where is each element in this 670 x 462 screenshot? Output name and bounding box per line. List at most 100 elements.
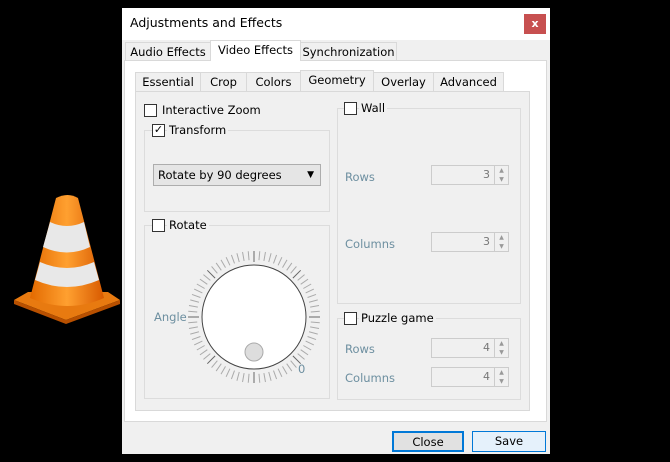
dial-tick <box>191 336 201 341</box>
angle-value: 0 <box>298 362 306 376</box>
dial-tick <box>191 293 201 298</box>
dial-tick <box>220 259 226 268</box>
tab-video-effects[interactable]: Video Effects <box>210 40 301 61</box>
title-bar: Adjustments and Effects x <box>122 8 550 40</box>
close-button[interactable]: Close <box>392 431 464 452</box>
subtab-colors[interactable]: Colors <box>246 72 301 91</box>
wall-columns-spinbox[interactable]: 3 ▲ ▼ <box>431 232 509 252</box>
puzzle-group <box>337 318 521 400</box>
tab-audio-effects[interactable]: Audio Effects <box>125 42 211 61</box>
dial-tick <box>199 278 208 285</box>
interactive-zoom-checkbox[interactable] <box>144 104 157 117</box>
dial-tick <box>305 340 315 346</box>
wall-checkbox[interactable] <box>344 102 357 115</box>
dial-tick <box>268 253 272 263</box>
spin-arrows-icon[interactable]: ▲ ▼ <box>494 339 508 357</box>
subtab-geometry[interactable]: Geometry <box>300 70 374 91</box>
dial-tick <box>277 368 283 378</box>
dial-tick <box>297 353 305 360</box>
dial-tick <box>273 254 278 264</box>
dial-tick <box>282 366 288 375</box>
spin-arrows-icon[interactable]: ▲ ▼ <box>494 166 508 184</box>
transform-checkbox[interactable]: ✓ <box>152 124 165 137</box>
transform-select-value: Rotate by 90 degrees <box>158 168 282 182</box>
dial-tick <box>277 256 283 266</box>
dial-tick <box>236 371 240 381</box>
dial-tick <box>307 336 317 341</box>
wall-group <box>337 108 521 304</box>
window-title: Adjustments and Effects <box>130 15 283 30</box>
puzzle-checkbox[interactable] <box>344 312 357 325</box>
dial-tick <box>307 293 317 298</box>
transform-select[interactable]: Rotate by 90 degrees ▼ <box>153 164 321 186</box>
dial-knob[interactable] <box>244 342 264 362</box>
dial-tick <box>282 259 288 268</box>
puzzle-columns-label: Columns <box>343 371 398 385</box>
interactive-zoom-label: Interactive Zoom <box>160 103 263 117</box>
dial-tick <box>300 349 309 356</box>
rotate-checkbox[interactable] <box>152 219 165 232</box>
dial-tick <box>188 305 198 308</box>
angle-label: Angle <box>152 310 189 324</box>
subtab-essential[interactable]: Essential <box>135 72 201 91</box>
dial-tick <box>247 251 250 261</box>
dial-tick <box>196 283 205 289</box>
dial-tick <box>263 373 266 383</box>
subtab-crop[interactable]: Crop <box>200 72 247 91</box>
dial-tick <box>268 371 272 381</box>
dial-tick <box>305 288 315 294</box>
dial-tick <box>203 353 211 360</box>
dial-tick <box>211 360 218 368</box>
dial-tick <box>292 269 302 279</box>
dial-tick <box>211 266 218 274</box>
dial-tick <box>196 345 205 351</box>
dial-tick <box>230 370 235 380</box>
subtab-overlay[interactable]: Overlay <box>373 72 434 91</box>
dial-tick <box>242 251 245 261</box>
dial-tick <box>308 299 318 303</box>
dial-tick <box>188 310 198 313</box>
puzzle-rows-spinbox[interactable]: 4 ▲ ▼ <box>431 338 509 358</box>
dial-tick <box>247 373 250 383</box>
chevron-down-icon: ▼ <box>307 170 314 180</box>
dial-tick <box>286 262 293 271</box>
dial-tick <box>263 251 266 261</box>
dial-tick <box>203 274 211 281</box>
dial-tick <box>188 321 198 324</box>
wall-label: Wall <box>359 101 388 115</box>
wall-rows-spinbox[interactable]: 3 ▲ ▼ <box>431 165 509 185</box>
subtab-advanced[interactable]: Advanced <box>433 72 504 91</box>
save-button[interactable]: Save <box>472 431 546 452</box>
tab-synchronization[interactable]: Synchronization <box>300 42 397 61</box>
dial-tick <box>300 278 309 285</box>
dial-tick <box>225 368 231 378</box>
dial-tick <box>215 262 222 271</box>
puzzle-rows-value: 4 <box>483 341 490 354</box>
dial-tick <box>258 373 261 383</box>
dial-tick <box>310 326 320 329</box>
spin-arrows-icon[interactable]: ▲ ▼ <box>494 368 508 386</box>
dial-tick <box>199 349 208 356</box>
spin-arrows-icon[interactable]: ▲ ▼ <box>494 233 508 251</box>
close-icon[interactable]: x <box>524 14 546 34</box>
puzzle-columns-spinbox[interactable]: 4 ▲ ▼ <box>431 367 509 387</box>
dial-tick <box>230 254 235 264</box>
puzzle-columns-value: 4 <box>483 370 490 383</box>
dial-tick <box>242 373 245 383</box>
adjustments-dialog: Adjustments and Effects x Audio Effects … <box>122 8 550 454</box>
dial-tick <box>310 305 320 308</box>
puzzle-rows-label: Rows <box>343 342 377 356</box>
dial-tick <box>215 363 222 372</box>
dial-tick <box>310 321 320 324</box>
wall-rows-label: Rows <box>343 170 377 184</box>
geometry-panel: Interactive Zoom ✓ Transform Rotate by 9… <box>135 91 530 411</box>
dial-tick <box>286 363 293 372</box>
dial-tick <box>303 283 312 289</box>
dial-tick <box>193 288 203 294</box>
dial-tick <box>220 366 226 375</box>
dial-tick <box>190 299 200 303</box>
dial-tick <box>303 345 312 351</box>
wall-columns-label: Columns <box>343 237 398 251</box>
dial-tick <box>206 269 216 279</box>
dial-tick <box>206 355 216 365</box>
